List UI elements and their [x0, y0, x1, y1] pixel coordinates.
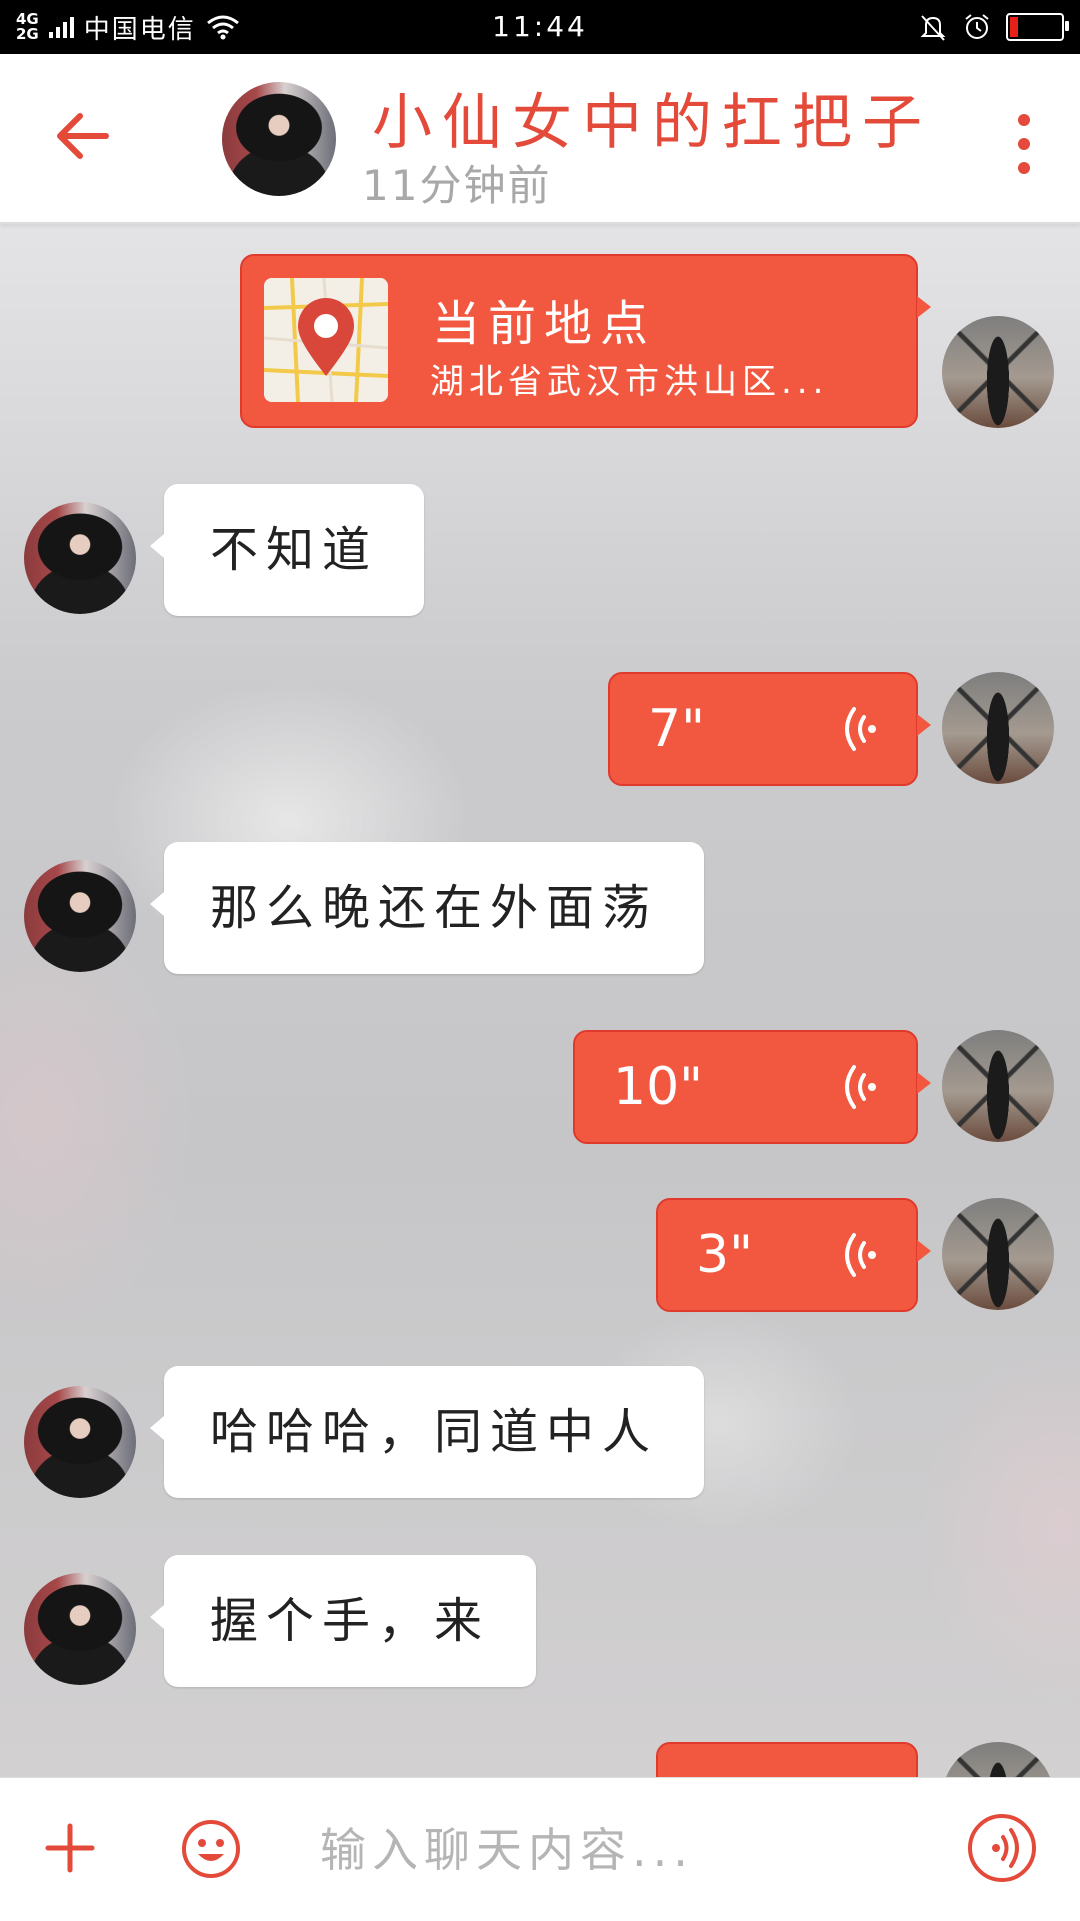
- text-bubble[interactable]: 那么晚还在外面荡: [149, 842, 705, 974]
- contact-avatar[interactable]: [24, 502, 136, 614]
- message-row: 10": [0, 1030, 1080, 1150]
- location-bubble[interactable]: 当前地点 湖北省武汉市洪山区...: [240, 254, 931, 428]
- map-thumbnail: [264, 278, 388, 402]
- my-avatar[interactable]: [942, 316, 1054, 428]
- voice-wave-icon: [845, 707, 876, 751]
- voice-input-icon[interactable]: [966, 1812, 1038, 1884]
- my-avatar[interactable]: [942, 1198, 1054, 1310]
- my-avatar[interactable]: [942, 672, 1054, 784]
- message-row: 那么晚还在外面荡: [0, 842, 1080, 982]
- contact-avatar[interactable]: [24, 860, 136, 972]
- my-avatar[interactable]: [942, 1030, 1054, 1142]
- message-row: 当前地点 湖北省武汉市洪山区...: [0, 254, 1080, 434]
- voice-duration: 3": [696, 1225, 754, 1285]
- battery-icon: [1006, 13, 1069, 41]
- location-title: 当前地点: [432, 296, 657, 352]
- contact-avatar[interactable]: [24, 1573, 136, 1685]
- text-bubble[interactable]: 哈哈哈，同道中人: [149, 1366, 705, 1498]
- chat-header: 小仙女中的扛把子 11分钟前: [0, 54, 1080, 224]
- message-row: [0, 1742, 1080, 1777]
- plus-icon[interactable]: [44, 1822, 96, 1874]
- status-bar: 4G 2G 中国电信 11:44: [0, 0, 1080, 54]
- message-row: 3": [0, 1198, 1080, 1318]
- voice-bubble[interactable]: 10": [573, 1030, 931, 1144]
- contact-name: 小仙女中的扛把子: [372, 88, 932, 158]
- back-arrow-icon[interactable]: [52, 104, 116, 168]
- last-seen-status: 11分钟前: [362, 161, 552, 210]
- map-pin-icon: [264, 278, 388, 402]
- more-options-icon[interactable]: [1006, 114, 1042, 174]
- my-avatar[interactable]: [942, 1742, 1054, 1777]
- smiley-icon[interactable]: [180, 1818, 242, 1880]
- voice-duration: 10": [613, 1057, 704, 1117]
- voice-wave-icon: [845, 1233, 876, 1277]
- message-row: 7": [0, 672, 1080, 792]
- message-input[interactable]: [318, 1806, 922, 1894]
- text-bubble[interactable]: 握个手，来: [149, 1555, 537, 1687]
- voice-duration: 7": [648, 699, 706, 759]
- message-row: 握个手，来: [0, 1555, 1080, 1695]
- text-bubble[interactable]: 不知道: [149, 484, 425, 616]
- contact-avatar[interactable]: [222, 82, 336, 196]
- mute-bell-icon: [920, 15, 946, 41]
- voice-wave-icon: [845, 1065, 876, 1109]
- message-row: 不知道: [0, 484, 1080, 624]
- location-address: 湖北省武汉市洪山区...: [430, 362, 829, 402]
- voice-bubble[interactable]: 7": [608, 672, 931, 786]
- alarm-icon: [965, 14, 989, 39]
- voice-bubble[interactable]: 3": [656, 1198, 931, 1312]
- contact-avatar[interactable]: [24, 1386, 136, 1498]
- input-bar: [0, 1777, 1080, 1921]
- chat-background: [0, 222, 1080, 1777]
- voice-bubble[interactable]: [656, 1742, 918, 1777]
- message-row: 哈哈哈，同道中人: [0, 1366, 1080, 1506]
